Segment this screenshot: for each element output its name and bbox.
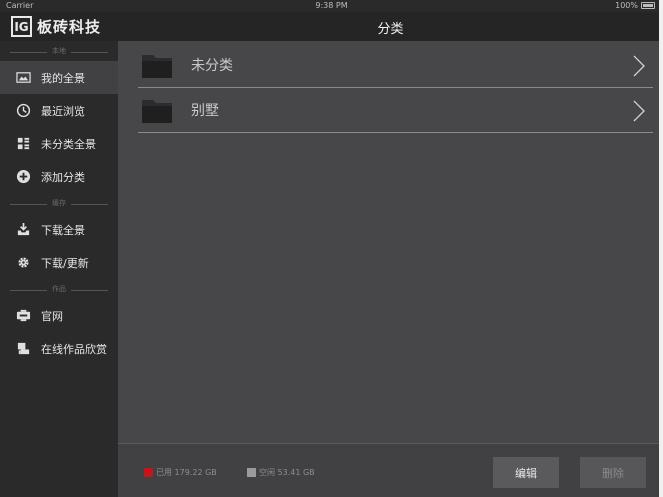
sidebar-item-label: 未分类全景: [41, 137, 96, 151]
gear-icon: [15, 255, 31, 271]
sidebar-item[interactable]: 未分类全景: [0, 127, 118, 160]
folder-row-villa[interactable]: 别墅: [138, 88, 653, 133]
sidebar-section-heading: 本地: [0, 45, 118, 59]
download-tray-icon: [15, 222, 31, 238]
sidebar-item[interactable]: 在线作品欣赏: [0, 332, 118, 365]
top-bar: IG 板砖科技 分类: [0, 12, 663, 41]
storage-free-label: 空闲 53.41 GB: [259, 468, 315, 477]
page-title: 分类: [377, 22, 404, 37]
brand-logo: IG 板砖科技: [11, 16, 101, 37]
section-heading-label: 本地: [47, 46, 71, 56]
category-list: 未分类 别墅: [118, 41, 663, 443]
folder-row-uncategorized[interactable]: 未分类: [138, 43, 653, 88]
sidebar-item[interactable]: 官网: [0, 299, 118, 332]
storage-used-label: 已用 179.22 GB: [156, 468, 217, 477]
sidebar-item[interactable]: 下载/更新: [0, 246, 118, 279]
folder-label: 未分类: [191, 58, 233, 74]
folder-icon: [142, 55, 172, 78]
sidebar-item-label: 官网: [41, 309, 63, 323]
web-icon: [15, 308, 31, 324]
image-icon: [15, 70, 31, 86]
storage-free: 空闲 53.41 GB: [247, 467, 315, 478]
sidebar-item[interactable]: 添加分类: [0, 160, 118, 193]
sidebar-item[interactable]: 最近浏览: [0, 94, 118, 127]
chevron-right-icon: [633, 100, 645, 122]
battery-percent: 100%: [615, 1, 638, 10]
sidebar-section-heading: 缓存: [0, 197, 118, 211]
delete-button[interactable]: 删除: [580, 457, 646, 488]
clock: 9:38 PM: [315, 1, 348, 10]
section-heading-label: 作品: [47, 284, 71, 294]
status-bar: Carrier 9:38 PM 100%: [0, 0, 663, 12]
brand-name: 板砖科技: [37, 18, 102, 36]
sidebar-item-label: 我的全景: [41, 71, 85, 85]
plus-circle-icon: [15, 169, 31, 185]
sidebar-item-label: 添加分类: [41, 170, 85, 184]
sidebar-section-heading: 作品: [0, 283, 118, 297]
grid-icon: [15, 136, 31, 152]
folder-label: 别墅: [191, 103, 219, 119]
section-heading-label: 缓存: [47, 198, 71, 208]
sidebar-item-label: 下载/更新: [41, 256, 89, 270]
sidebar-item[interactable]: 下载全景: [0, 213, 118, 246]
sidebar: 本地我的全景最近浏览未分类全景添加分类缓存下载全景下载/更新作品官网在线作品欣赏: [0, 41, 118, 497]
folder-icon: [142, 100, 172, 123]
battery-icon: [641, 2, 655, 9]
bottom-toolbar: 已用 179.22 GB 空闲 53.41 GB 编辑 删除: [118, 443, 663, 497]
free-swatch: [247, 468, 256, 477]
brand-mark: IG: [11, 16, 32, 37]
chevron-right-icon: [633, 55, 645, 77]
sidebar-item-label: 在线作品欣赏: [41, 342, 107, 356]
gallery-icon: [15, 341, 31, 357]
sidebar-item-label: 最近浏览: [41, 104, 85, 118]
clock-icon: [15, 103, 31, 119]
sidebar-item-label: 下载全景: [41, 223, 85, 237]
used-swatch: [144, 468, 153, 477]
battery-indicator: 100%: [615, 1, 655, 10]
storage-used: 已用 179.22 GB: [144, 467, 217, 478]
window-edge: [659, 0, 663, 497]
sidebar-item[interactable]: 我的全景: [0, 61, 118, 94]
edit-button[interactable]: 编辑: [493, 457, 559, 488]
